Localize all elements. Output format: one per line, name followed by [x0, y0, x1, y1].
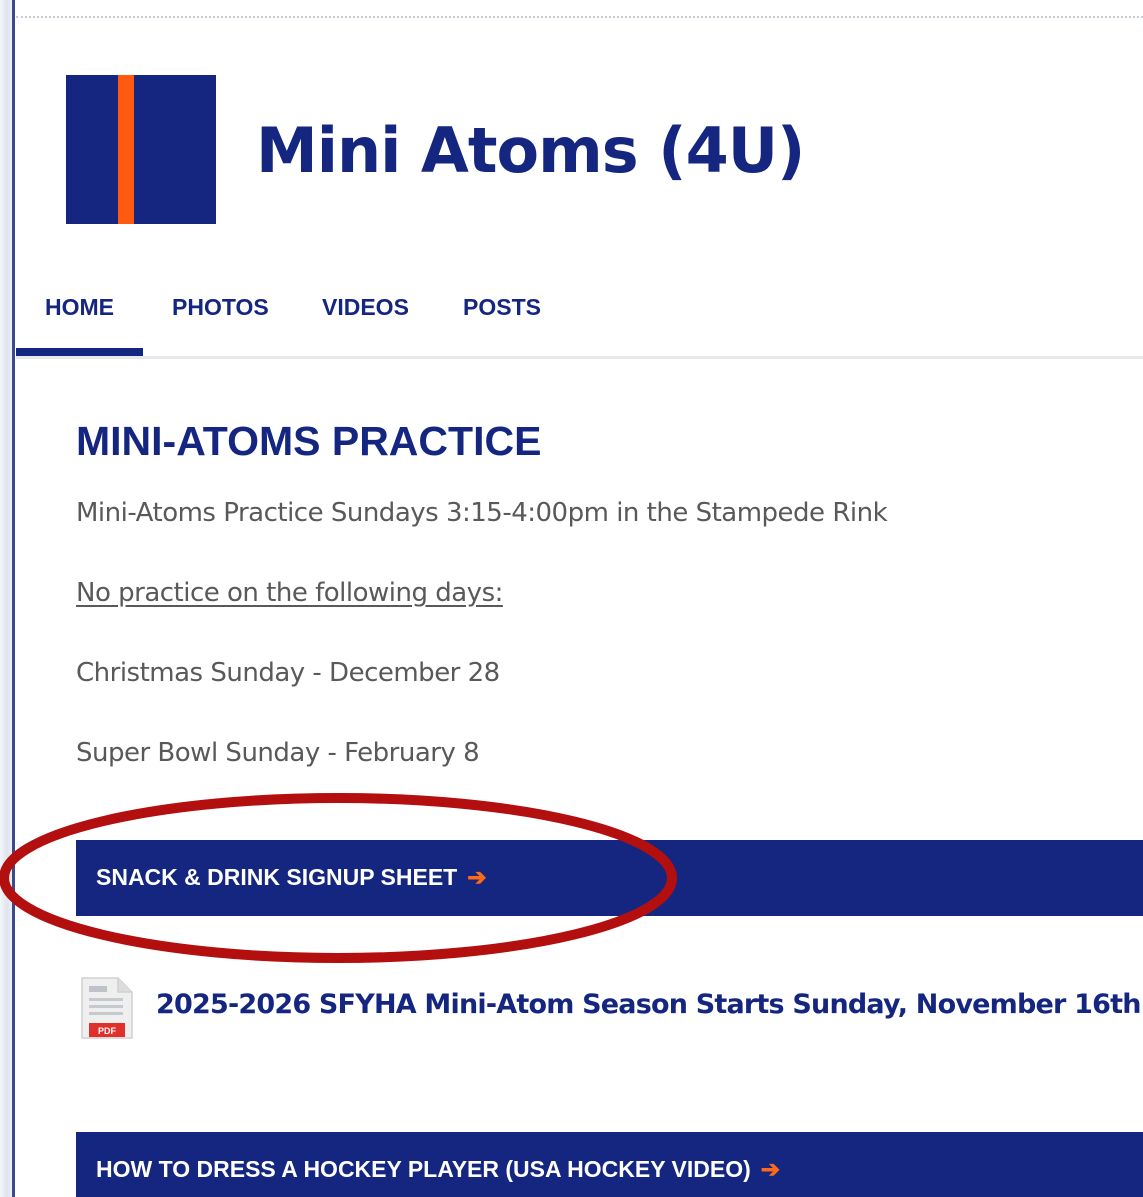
nav-videos[interactable]: VIDEOS: [322, 294, 409, 321]
team-logo: [66, 75, 216, 224]
page-title: Mini Atoms (4U): [256, 114, 805, 187]
arrow-right-icon: ➔: [760, 1156, 781, 1182]
hockey-video-label: HOW TO DRESS A HOCKEY PLAYER (USA HOCKEY…: [96, 1156, 781, 1182]
nav-photos[interactable]: PHOTOS: [172, 294, 269, 321]
no-practice-day: Christmas Sunday - December 28: [76, 658, 500, 688]
nav-divider: [16, 356, 1143, 359]
main-nav: HOME PHOTOS VIDEOS POSTS: [16, 290, 1143, 358]
no-practice-day: Super Bowl Sunday - February 8: [76, 738, 480, 768]
nav-home[interactable]: HOME: [45, 294, 114, 321]
practice-schedule-text: Mini-Atoms Practice Sundays 3:15-4:00pm …: [76, 498, 888, 528]
section-heading: MINI-ATOMS PRACTICE: [76, 418, 542, 464]
left-edge-strip: [0, 0, 12, 1197]
hockey-video-button[interactable]: HOW TO DRESS A HOCKEY PLAYER (USA HOCKEY…: [76, 1132, 1143, 1197]
left-border-rule: [12, 0, 15, 1197]
pdf-file-icon: PDF: [81, 977, 133, 1039]
no-practice-label: No practice on the following days:: [76, 578, 503, 608]
logo-orange-stripe: [118, 75, 134, 224]
snack-signup-button[interactable]: SNACK & DRINK SIGNUP SHEET ➔: [76, 840, 1143, 916]
snack-signup-label: SNACK & DRINK SIGNUP SHEET ➔: [96, 864, 487, 890]
page: Mini Atoms (4U) HOME PHOTOS VIDEOS POSTS…: [0, 0, 1143, 1197]
arrow-right-icon: ➔: [467, 864, 487, 890]
nav-active-indicator: [16, 348, 143, 356]
top-dotted-divider: [16, 16, 1143, 18]
season-start-pdf-link[interactable]: 2025-2026 SFYHA Mini-Atom Season Starts …: [156, 989, 1141, 1020]
pdf-icon-label: PDF: [98, 1026, 117, 1036]
nav-posts[interactable]: POSTS: [463, 294, 541, 321]
